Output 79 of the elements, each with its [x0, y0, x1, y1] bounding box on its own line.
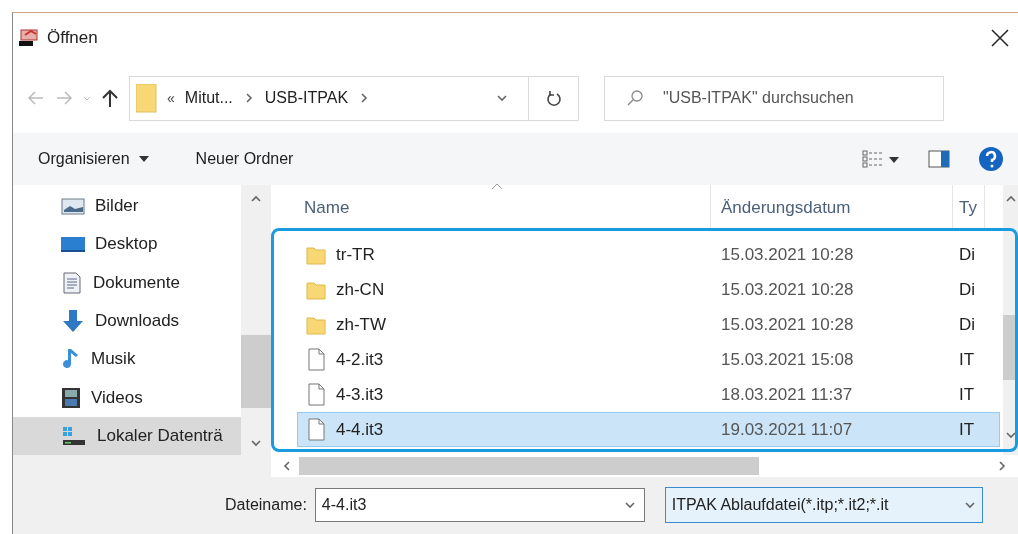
sidebar-item[interactable]: Downloads	[13, 301, 241, 341]
sidebar-item[interactable]: Dokumente	[13, 263, 241, 302]
folder-icon	[306, 279, 326, 300]
chevron-down-icon[interactable]	[623, 499, 636, 511]
film-icon	[61, 386, 81, 409]
file-type: Di	[958, 314, 977, 335]
file-name: 4-4.it3	[336, 419, 384, 440]
search-icon	[626, 88, 644, 107]
file-row[interactable]: 4-4.it3 19.03.2021 11:07 IT	[297, 412, 1000, 447]
scrollbar-thumb[interactable]	[299, 457, 759, 475]
modified-date: 15.03.2021 10:28	[720, 279, 855, 300]
preview-pane-icon[interactable]	[928, 150, 950, 168]
modified-date: 15.03.2021 15:08	[720, 349, 855, 370]
file-name: tr-TR	[336, 244, 375, 265]
folder-icon	[306, 244, 326, 265]
filename-label: Dateiname:	[225, 496, 307, 514]
sidebar-item[interactable]: Videos	[13, 378, 241, 417]
folder-icon	[136, 83, 157, 113]
close-icon[interactable]	[990, 28, 1010, 48]
scrollbar-thumb[interactable]	[241, 335, 271, 408]
file-row[interactable]: 4-2.it3 15.03.2021 15:08 IT	[297, 342, 1000, 377]
scroll-right-icon[interactable]	[996, 460, 1008, 472]
window-title: Öffnen	[47, 28, 99, 48]
music-note-icon	[61, 348, 81, 371]
file-type: IT	[958, 384, 976, 405]
column-header[interactable]: Änderungsdatum	[711, 185, 953, 230]
folder-icon	[306, 314, 326, 335]
up-arrow-icon[interactable]	[101, 89, 119, 107]
file-type: IT	[958, 349, 976, 370]
address-bar[interactable]: « Mitut... USB-ITPAK	[129, 75, 529, 121]
file-icon	[306, 418, 326, 441]
sidebar-item[interactable]: Musik	[13, 340, 241, 379]
file-name: zh-CN	[336, 279, 385, 300]
menu-button[interactable]: Organisieren	[38, 150, 150, 168]
modified-date: 15.03.2021 10:28	[720, 314, 855, 335]
file-name: zh-TW	[336, 314, 387, 335]
sidebar-item[interactable]: Lokaler Datenträ	[13, 416, 241, 455]
file-row[interactable]: zh-CN 15.03.2021 10:28 Di	[297, 272, 1000, 307]
chevron-down-icon[interactable]	[963, 499, 976, 511]
app-icon	[19, 28, 39, 48]
file-row[interactable]: 4-3.it3 18.03.2021 11:37 IT	[297, 377, 1000, 412]
refresh-button[interactable]	[529, 75, 579, 121]
search-field[interactable]: "USB-ITPAK" durchsuchen	[604, 75, 944, 121]
modified-date: 19.03.2021 11:07	[720, 419, 854, 440]
file-type-dropdown[interactable]: ITPAK Ablaufdatei(*.itp;*.it2;*.it	[664, 487, 983, 523]
file-row[interactable]: zh-TW 15.03.2021 10:28 Di	[297, 307, 1000, 342]
overflow-chevron[interactable]: «	[167, 90, 175, 106]
view-options-icon[interactable]	[862, 150, 900, 168]
refresh-icon	[544, 89, 563, 107]
modified-date: 15.03.2021 10:28	[720, 244, 855, 265]
scroll-down-icon[interactable]	[1004, 429, 1017, 441]
file-name: 4-2.it3	[336, 349, 384, 370]
chevron-down-icon[interactable]	[496, 92, 508, 104]
file-type: Di	[958, 279, 977, 300]
file-icon	[306, 348, 326, 371]
toolbar-button[interactable]: Neuer Ordner	[195, 150, 294, 168]
file-name: 4-3.it3	[336, 384, 384, 405]
column-header[interactable]: Ty	[953, 185, 985, 230]
modified-date: 18.03.2021 11:37	[720, 384, 854, 405]
picture-icon	[61, 196, 85, 216]
filename-field[interactable]: 4-4.it3	[314, 488, 645, 522]
help-icon[interactable]	[978, 146, 1004, 172]
sidebar-item[interactable]: Desktop	[13, 225, 241, 264]
sort-ascending-icon	[490, 183, 503, 191]
breadcrumb[interactable]: Mitut...	[184, 89, 233, 107]
file-row[interactable]: tr-TR 15.03.2021 10:28 Di	[297, 237, 1000, 272]
download-arrow-icon	[61, 310, 85, 332]
scroll-left-icon[interactable]	[281, 460, 293, 472]
file-type: IT	[958, 419, 976, 440]
caret-icon	[137, 154, 150, 164]
document-icon	[61, 271, 83, 294]
column-header[interactable]: Name	[271, 185, 711, 230]
file-icon	[306, 383, 326, 406]
desktop-icon	[61, 234, 85, 254]
drive-icon	[61, 425, 87, 446]
file-type: Di	[958, 244, 977, 265]
sidebar-item[interactable]: Bilder	[13, 187, 241, 226]
breadcrumb[interactable]: USB-ITPAK	[264, 89, 349, 107]
scroll-down-icon[interactable]	[250, 437, 262, 449]
